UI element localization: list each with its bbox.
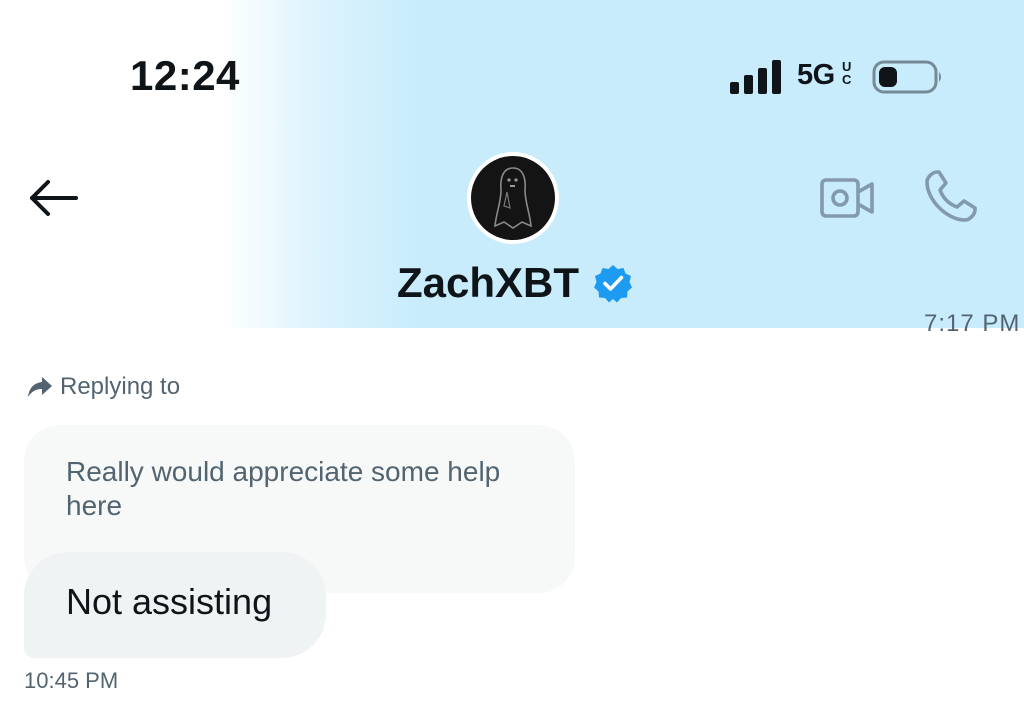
network-type: 5G <box>797 59 835 91</box>
message-timestamp: 10:45 PM <box>24 668 119 693</box>
voice-call-button[interactable] <box>921 168 979 226</box>
replying-to-label: Replying to <box>26 373 180 401</box>
previous-message-timestamp: 7:17 PM <box>924 310 1021 337</box>
conversation-title: ZachXBT <box>0 255 1024 311</box>
ghost-avatar <box>494 167 532 229</box>
battery-low-icon <box>872 60 941 94</box>
arrow-left-icon <box>30 180 78 216</box>
phone-icon <box>925 170 977 222</box>
cellular-signal-icon <box>730 60 781 94</box>
network-subtype: UC <box>842 59 852 87</box>
message-bubble[interactable]: Not assisting <box>24 552 326 658</box>
status-time: 12:24 <box>130 52 240 99</box>
replying-to-text: Replying to <box>60 373 181 400</box>
avatar[interactable] <box>467 152 559 244</box>
video-camera-icon <box>820 178 874 218</box>
reply-arrow-icon <box>28 377 52 397</box>
verified-badge-icon <box>594 265 633 303</box>
back-button[interactable] <box>26 172 82 224</box>
video-call-button[interactable] <box>818 174 876 222</box>
display-name: ZachXBT <box>396 259 580 306</box>
conversation-header: 12:24 5G UC ZachXBT <box>0 0 1024 328</box>
